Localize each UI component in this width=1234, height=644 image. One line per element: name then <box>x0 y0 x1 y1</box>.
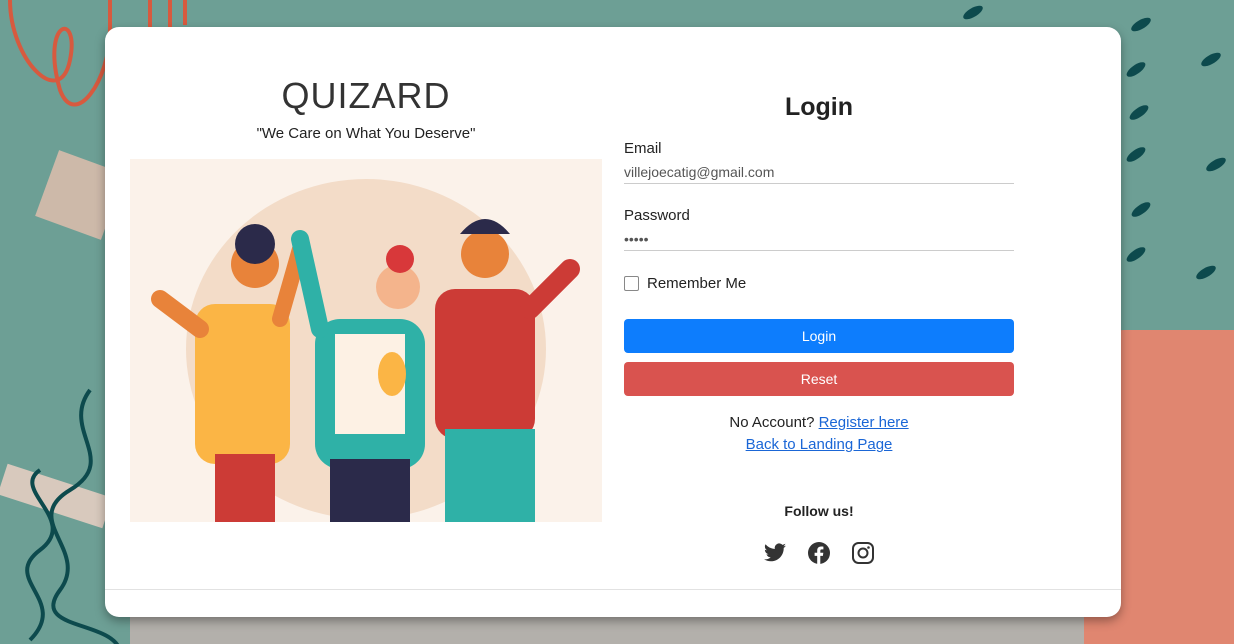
form-title: Login <box>784 93 854 121</box>
remember-me-checkbox[interactable] <box>624 276 639 291</box>
background-dot <box>1129 199 1153 220</box>
background-dot <box>961 3 985 22</box>
background-dot <box>1129 15 1153 34</box>
background-dot <box>1124 244 1148 265</box>
email-field[interactable] <box>624 161 1014 184</box>
instagram-icon[interactable] <box>851 541 875 565</box>
people-illustration <box>130 159 602 522</box>
background-dot <box>1124 144 1148 165</box>
email-label: Email <box>624 140 662 157</box>
background-dot <box>1194 263 1218 282</box>
remember-me-label: Remember Me <box>647 275 747 292</box>
facebook-icon[interactable] <box>807 541 831 565</box>
password-label: Password <box>624 207 690 224</box>
password-field[interactable] <box>624 228 1014 251</box>
back-prompt: Back to Landing Page <box>624 436 1014 453</box>
register-prompt: No Account? Register here <box>624 414 1014 431</box>
no-account-text: No Account? <box>729 414 815 431</box>
remember-me[interactable]: Remember Me <box>624 275 746 292</box>
background-dot <box>1204 155 1228 174</box>
card-divider <box>105 589 1121 590</box>
background-dot <box>1199 50 1223 69</box>
back-to-landing-link[interactable]: Back to Landing Page <box>746 436 893 453</box>
login-card: QUIZARD "We Care on What You Deserve" Lo… <box>105 27 1121 617</box>
register-link[interactable]: Register here <box>819 414 909 431</box>
twitter-icon[interactable] <box>763 541 787 565</box>
brand-title: QUIZARD <box>281 75 451 116</box>
follow-title: Follow us! <box>784 503 854 519</box>
login-button[interactable]: Login <box>624 319 1014 353</box>
background-dot <box>1124 59 1148 80</box>
reset-button[interactable]: Reset <box>624 362 1014 396</box>
brand-tagline: "We Care on What You Deserve" <box>256 125 476 142</box>
background-dot <box>1127 102 1151 123</box>
social-links <box>763 541 875 565</box>
